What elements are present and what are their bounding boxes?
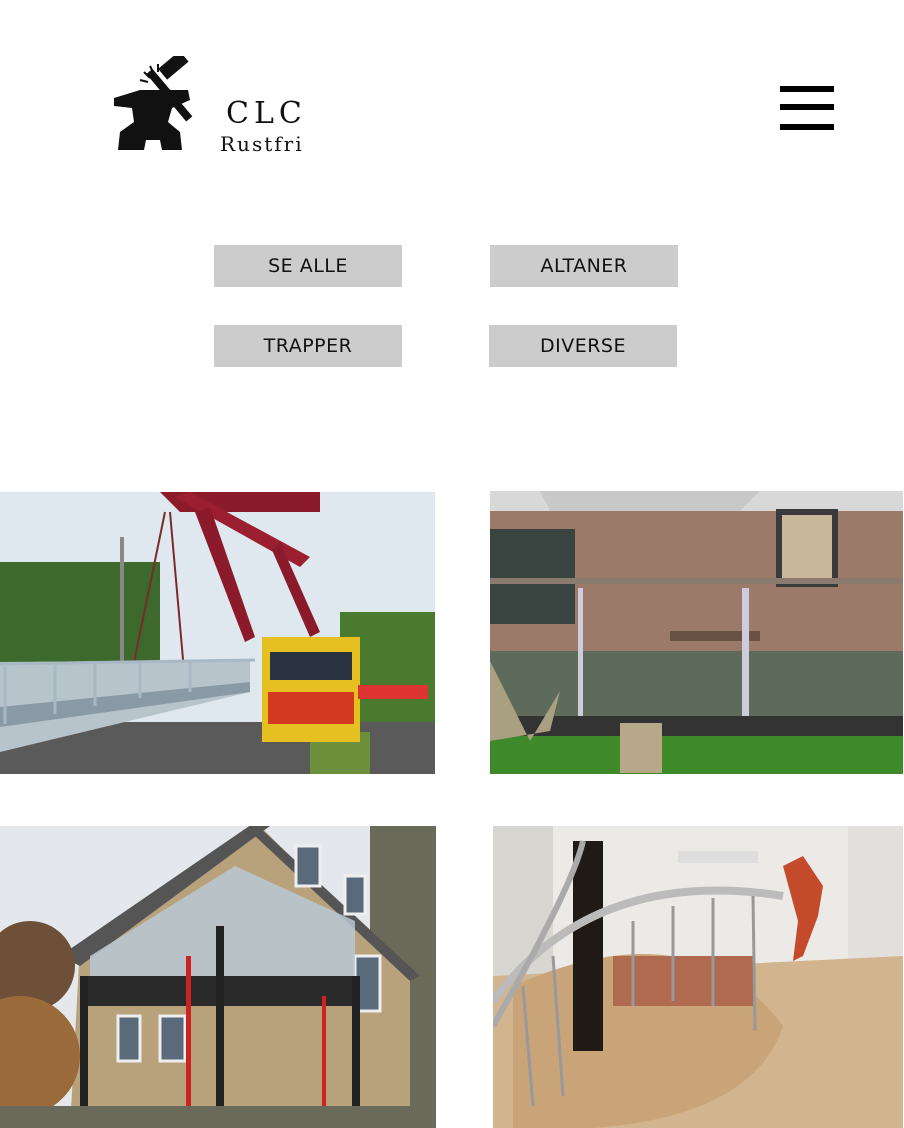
crane-truck-photo[interactable] [0, 492, 435, 774]
filter-all-button[interactable]: SE ALLE [214, 245, 402, 287]
filter-stairs-button[interactable]: TRAPPER [214, 325, 402, 367]
filter-balconies-button[interactable]: ALTANER [490, 245, 678, 287]
anvil-hammer-icon [114, 56, 193, 150]
spiral-stair-photo[interactable] [493, 826, 903, 1128]
hamburger-menu-icon[interactable] [780, 84, 834, 132]
logo[interactable]: CLC Rustfri [110, 56, 330, 160]
glass-railing-photo[interactable] [490, 491, 903, 774]
logo-title: CLC [226, 96, 307, 131]
balcony-house-photo[interactable] [0, 826, 436, 1128]
filter-misc-button[interactable]: DIVERSE [489, 325, 677, 367]
logo-subtitle: Rustfri [220, 132, 304, 156]
